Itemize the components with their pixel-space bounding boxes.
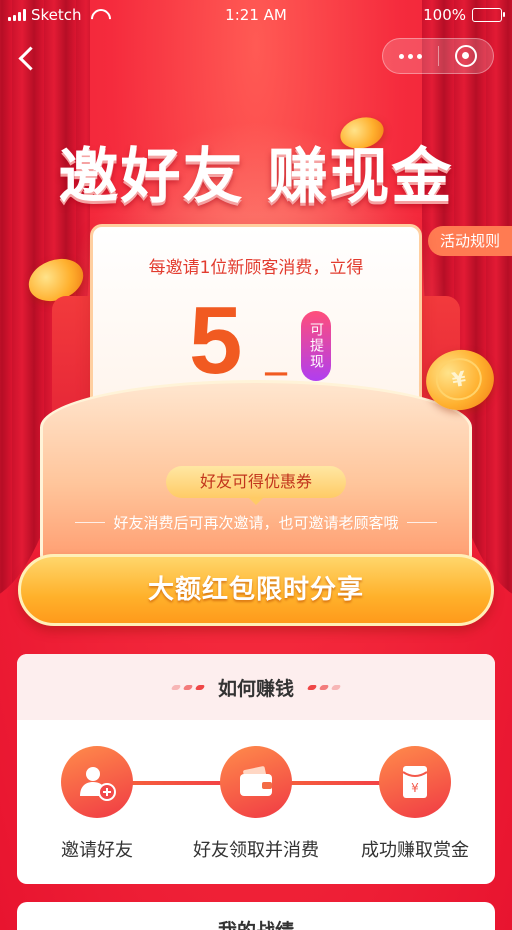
step-label: 邀请好友 <box>61 840 133 861</box>
share-button[interactable]: 大额红包限时分享 <box>18 554 494 626</box>
record-card: 我的战绩 <box>17 902 495 930</box>
close-target-icon[interactable] <box>438 45 493 67</box>
decor-dots <box>170 684 206 690</box>
step-label: 成功赚取赏金 <box>361 840 469 861</box>
subline-text: 好友消费后可再次邀请，也可邀请老顾客哦 <box>113 514 399 532</box>
record-title: 我的战绩 <box>17 916 495 930</box>
page-background: Sketch 1:21 AM 100% 邀好友 赚现金 活动规则 每邀请1位新顾… <box>0 0 512 930</box>
subline: 好友消费后可再次邀请，也可邀请老顾客哦 <box>0 512 512 533</box>
back-chevron-icon[interactable] <box>14 44 42 72</box>
how-to-earn-header: 如何赚钱 <box>17 654 495 720</box>
withdrawable-badge: 可提现 <box>301 311 331 381</box>
svg-text:¥: ¥ <box>411 781 419 795</box>
status-bar: Sketch 1:21 AM 100% <box>0 0 512 30</box>
steps-row: 邀请好友 好友领取并消费 ¥ 成功赚取赏金 <box>17 720 495 884</box>
headline: 邀好友 赚现金 <box>58 142 454 212</box>
coupon-pill: 好友可得优惠券 <box>166 466 346 505</box>
how-to-earn-card: 如何赚钱 邀请好友 好友领取并消费 ¥ 成功赚取赏金 <box>17 654 495 884</box>
battery-icon <box>472 8 505 22</box>
wallet-icon <box>220 746 292 818</box>
mini-program-capsule <box>382 38 494 74</box>
battery-percent: 100% <box>423 6 466 24</box>
reward-amount: 5 <box>189 287 243 394</box>
decor-dots <box>306 684 342 690</box>
step-claim: 好友领取并消费 <box>176 746 336 862</box>
divider-line <box>406 522 437 523</box>
step-label: 好友领取并消费 <box>193 840 319 861</box>
reward-description: 每邀请1位新顾客消费，立得 <box>148 258 364 278</box>
step-invite: 邀请好友 <box>17 746 177 862</box>
rules-button[interactable]: 活动规则 <box>428 226 512 256</box>
how-to-earn-title: 如何赚钱 <box>217 677 294 700</box>
add-user-icon <box>61 746 133 818</box>
red-envelope-icon: ¥ <box>379 746 451 818</box>
more-options-icon[interactable] <box>383 53 438 59</box>
divider-line <box>75 522 106 523</box>
step-reward: ¥ 成功赚取赏金 <box>335 746 495 862</box>
